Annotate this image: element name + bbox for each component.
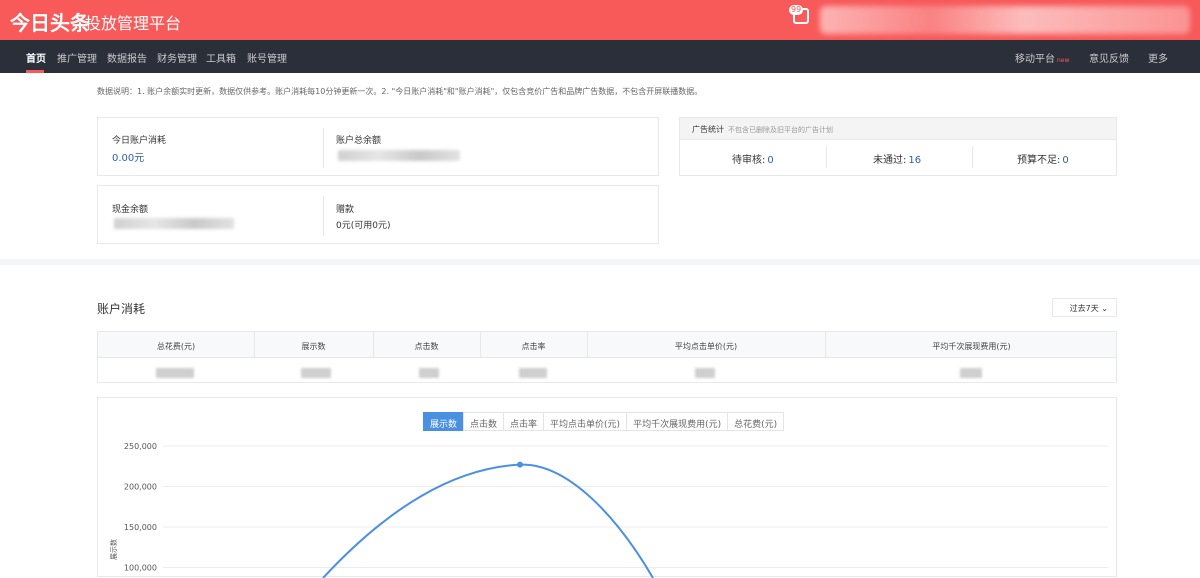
cash-balance-redacted bbox=[114, 218, 234, 229]
data-point[interactable] bbox=[517, 461, 523, 468]
ad-stats-header: 广告统计 不包含已删除及旧平台的广告计划 bbox=[680, 118, 1116, 140]
ctr-redacted bbox=[519, 368, 547, 378]
col-avg-cpm: 平均千次展现费用(元) bbox=[932, 342, 1011, 351]
nav-mobile-label: 移动平台 bbox=[1015, 54, 1055, 65]
impressions-line-chart: 250,000 200,000 150,000 100,000 展示数 bbox=[109, 442, 1108, 578]
platform-title: 投放管理平台 bbox=[85, 14, 182, 33]
rejected-stat[interactable]: 未通过: 16 bbox=[873, 151, 921, 166]
ad-stats-card: 广告统计 不包含已删除及旧平台的广告计划 待审核: 0 未通过: 16 预算不足: 0 bbox=[679, 117, 1117, 176]
ad-stats-title-text: 广告统计 bbox=[692, 125, 724, 134]
pending-review-stat[interactable]: 待审核: 0 bbox=[732, 151, 774, 166]
budget-insufficient-stat[interactable]: 预算不足: 0 bbox=[1017, 151, 1069, 166]
nav-promotion[interactable]: 推广管理 bbox=[57, 50, 97, 65]
nav-account[interactable]: 账号管理 bbox=[247, 50, 287, 65]
chevron-down-icon: ⌄ bbox=[1101, 304, 1108, 313]
nav-mobile-platform[interactable]: 移动平台 new bbox=[1015, 50, 1069, 65]
col-total-cost: 总花费(元) bbox=[156, 342, 196, 351]
section-separator bbox=[0, 259, 1200, 265]
card-divider bbox=[323, 196, 324, 236]
ad-stats-subtitle: 不包含已删除及旧平台的广告计划 bbox=[728, 126, 833, 134]
consumption-title: 账户消耗 bbox=[97, 302, 146, 316]
ad-stats-title: 广告统计 不包含已删除及旧平台的广告计划 bbox=[692, 124, 833, 135]
avg-cpm-redacted bbox=[960, 368, 982, 378]
y-axis-title: 展示数 bbox=[109, 539, 118, 560]
account-cost-card: 今日账户消耗 0.00元 账户总余额 bbox=[97, 117, 659, 176]
card-divider bbox=[323, 128, 324, 168]
col-impressions: 展示数 bbox=[301, 342, 326, 351]
nav-active-indicator bbox=[26, 70, 44, 73]
nav-tools[interactable]: 工具箱 bbox=[206, 50, 236, 65]
logo[interactable]: 今日头条 bbox=[10, 7, 90, 36]
total-balance-redacted bbox=[338, 150, 460, 161]
y-tick-label: 150,000 bbox=[124, 523, 157, 532]
col-ctr: 点击率 bbox=[521, 342, 546, 351]
date-range-select[interactable]: 过去7天 ⌄ bbox=[1052, 298, 1117, 317]
pending-label: 待审核: bbox=[732, 155, 766, 166]
date-range-value: 过去7天 bbox=[1069, 304, 1099, 313]
nav-reports[interactable]: 数据报告 bbox=[107, 50, 147, 65]
pending-value: 0 bbox=[767, 155, 774, 166]
today-cost-value: 0.00元 bbox=[112, 153, 145, 164]
user-info-redacted[interactable] bbox=[820, 6, 1190, 34]
clicks-redacted bbox=[419, 368, 439, 378]
budget-value: 0 bbox=[1062, 155, 1069, 166]
y-tick-label: 200,000 bbox=[124, 483, 157, 492]
nav-more[interactable]: 更多 bbox=[1148, 50, 1168, 65]
nav-feedback[interactable]: 意见反馈 bbox=[1089, 50, 1129, 65]
grant-label: 赠款 bbox=[336, 205, 355, 215]
y-tick-label: 250,000 bbox=[124, 442, 157, 451]
data-note: 数据说明：1. 账户余额实时更新，数据仅供参考。账户消耗每10分钟更新一次。2.… bbox=[97, 87, 703, 96]
new-badge: new bbox=[1057, 57, 1070, 64]
nav-home[interactable]: 首页 bbox=[26, 50, 46, 65]
today-cost-label: 今日账户消耗 bbox=[112, 136, 167, 146]
stat-divider bbox=[972, 146, 973, 168]
impressions-series-line bbox=[322, 463, 654, 578]
consumption-table: 总花费(元) 展示数 点击数 点击率 平均点击单价(元) 平均千次展现费用(元) bbox=[97, 331, 1117, 383]
main-nav: 首页 推广管理 数据报告 财务管理 工具箱 账号管理 移动平台 new 意见反馈 … bbox=[0, 40, 1200, 73]
grant-value: 0元(可用0元) bbox=[336, 221, 391, 231]
message-count-badge: 99 bbox=[789, 5, 804, 15]
nav-finance[interactable]: 财务管理 bbox=[157, 50, 197, 65]
avg-cpc-redacted bbox=[695, 368, 715, 378]
balance-card: 现金余额 赠款 0元(可用0元) bbox=[97, 185, 659, 244]
chart-card: 展示数 点击数 点击率 平均点击单价(元) 平均千次展现费用(元) 总花费(元)… bbox=[97, 397, 1117, 578]
rejected-label: 未通过: bbox=[873, 155, 907, 166]
col-avg-cpc: 平均点击单价(元) bbox=[674, 342, 738, 351]
stat-divider bbox=[826, 146, 827, 168]
y-tick-label: 100,000 bbox=[124, 564, 157, 573]
table-header: 总花费(元) 展示数 点击数 点击率 平均点击单价(元) 平均千次展现费用(元) bbox=[98, 332, 1116, 358]
total-cost-redacted bbox=[156, 368, 194, 378]
col-clicks: 点击数 bbox=[414, 342, 439, 351]
message-icon[interactable]: 99 bbox=[789, 5, 809, 24]
rejected-value: 16 bbox=[908, 155, 922, 166]
top-header: 今日头条 投放管理平台 99 bbox=[0, 0, 1200, 40]
total-balance-label: 账户总余额 bbox=[336, 136, 382, 146]
cash-balance-label: 现金余额 bbox=[112, 205, 149, 215]
impressions-redacted bbox=[301, 368, 331, 378]
budget-label: 预算不足: bbox=[1017, 155, 1061, 166]
